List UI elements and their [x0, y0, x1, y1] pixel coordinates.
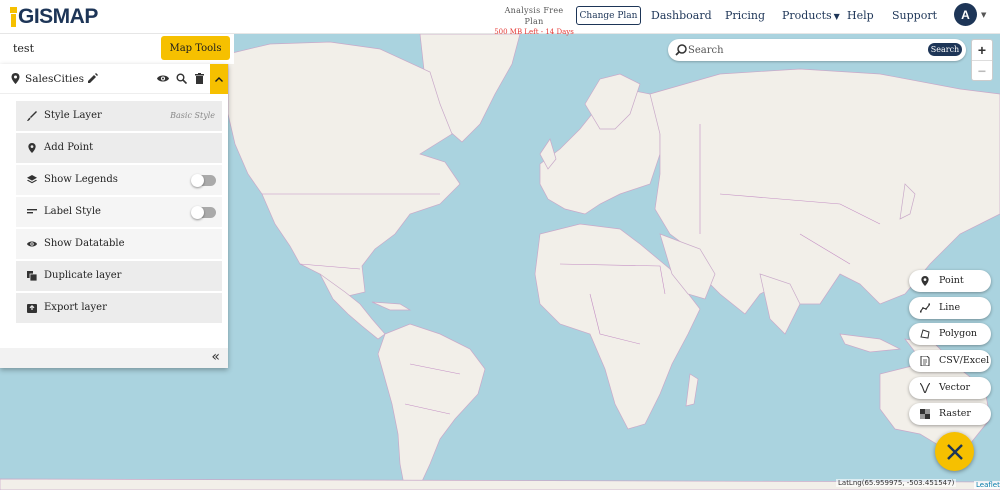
nav-pricing[interactable]: Pricing [725, 9, 765, 22]
menu-show-datatable[interactable]: Show Datatable [16, 229, 222, 259]
zoom-to-layer-icon[interactable] [176, 73, 187, 84]
draw-toolbar: Point Line Polygon CSV/Excel Vector Rast… [909, 270, 991, 430]
layer-panel: SalesCities Style Layer Basic Style Add … [0, 64, 228, 368]
plan-remaining: 500 MB Left - 14 Days [494, 28, 574, 36]
igismap-logo[interactable]: GISMAP [10, 4, 98, 30]
draw-label: Polygon [939, 328, 978, 340]
caret-down-icon: ▼ [981, 10, 987, 19]
double-chevron-left-icon[interactable]: « [211, 349, 220, 365]
top-navbar: GISMAP Analysis Free Plan 500 MB Left - … [0, 0, 1000, 36]
zoom-control: + − [971, 39, 993, 81]
menu-label: Duplicate layer [44, 270, 122, 281]
search-button[interactable]: Search [928, 43, 962, 56]
import-raster-button[interactable]: Raster [909, 403, 991, 426]
zoom-out-button[interactable]: − [972, 60, 992, 80]
eye-icon[interactable] [157, 74, 169, 83]
draw-point-button[interactable]: Point [909, 270, 991, 292]
menu-duplicate-layer[interactable]: Duplicate layer [16, 261, 222, 291]
search-input[interactable] [688, 42, 888, 58]
draw-label: CSV/Excel [939, 355, 990, 367]
import-csv-button[interactable]: CSV/Excel [909, 350, 991, 373]
menu-style-layer[interactable]: Style Layer Basic Style [16, 101, 222, 131]
pencil-icon[interactable] [87, 73, 98, 84]
menu-label: Show Datatable [44, 238, 125, 249]
menu-label: Label Style [44, 206, 101, 217]
map-pin-icon [11, 73, 20, 84]
polygon-icon [920, 329, 930, 339]
nav-products[interactable]: Products ▼ [782, 9, 840, 22]
nav-products-label: Products [782, 9, 832, 22]
eye-icon [27, 241, 37, 247]
menu-show-legends[interactable]: Show Legends [16, 165, 222, 195]
draw-label: Line [939, 301, 961, 313]
avatar[interactable]: A [954, 3, 977, 26]
file-icon [920, 356, 930, 367]
duplicate-icon [27, 271, 37, 281]
map-tools-button[interactable]: Map Tools [161, 36, 230, 60]
menu-label: Add Point [44, 142, 94, 153]
logo-i-mark [10, 7, 17, 27]
menu-add-point[interactable]: Add Point [16, 133, 222, 163]
map-search-bar: Search [668, 39, 966, 61]
import-vector-button[interactable]: Vector [909, 376, 991, 399]
zoom-in-button[interactable]: + [972, 40, 992, 60]
plan-title: Analysis Free Plan [504, 6, 564, 26]
raster-icon [920, 409, 930, 420]
layer-name: SalesCities [25, 73, 84, 85]
latlng-readout: LatLng(65.959975, -503.451547) [836, 479, 957, 487]
show-legends-toggle[interactable] [191, 174, 216, 187]
draw-label: Vector [939, 381, 971, 393]
menu-label: Style Layer [44, 110, 102, 121]
draw-polygon-button[interactable]: Polygon [909, 323, 991, 346]
layers-icon [27, 175, 37, 184]
menu-label: Export layer [44, 302, 107, 313]
chevron-up-icon [215, 76, 223, 82]
user-menu[interactable]: A ▼ [954, 3, 986, 26]
menu-label: Show Legends [44, 174, 118, 185]
map-pin-icon [28, 143, 36, 153]
nav-support[interactable]: Support [892, 9, 937, 22]
project-name[interactable]: test [13, 42, 34, 55]
close-tools-fab[interactable] [935, 432, 974, 471]
logo-text: GISMAP [18, 5, 98, 28]
export-icon [27, 304, 37, 313]
layer-header: SalesCities [0, 64, 228, 94]
line-icon [920, 302, 930, 313]
panel-footer: « [0, 348, 228, 368]
plan-info: Analysis Free Plan 500 MB Left - 14 Days [494, 5, 574, 38]
draw-label: Raster [939, 408, 971, 420]
search-icon [675, 44, 687, 56]
style-type-label: Basic Style [170, 111, 215, 120]
menu-export-layer[interactable]: Export layer [16, 293, 222, 323]
map-pin-icon [921, 276, 929, 286]
label-style-toggle[interactable] [191, 206, 216, 219]
leaflet-attribution[interactable]: Leaflet [974, 481, 1000, 489]
collapse-layer-button[interactable] [210, 64, 228, 94]
caret-down-icon: ▼ [833, 12, 840, 21]
vector-icon [920, 382, 930, 393]
brush-icon [27, 111, 37, 121]
draw-label: Point [939, 275, 964, 286]
nav-dashboard[interactable]: Dashboard [651, 9, 712, 22]
close-icon [946, 443, 963, 460]
label-lines-icon [27, 209, 37, 214]
layer-menu: Style Layer Basic Style Add Point Show L… [16, 101, 222, 325]
menu-label-style[interactable]: Label Style [16, 197, 222, 227]
trash-icon[interactable] [195, 73, 204, 84]
change-plan-button[interactable]: Change Plan [576, 6, 641, 25]
nav-help[interactable]: Help [847, 9, 874, 22]
draw-line-button[interactable]: Line [909, 296, 991, 319]
